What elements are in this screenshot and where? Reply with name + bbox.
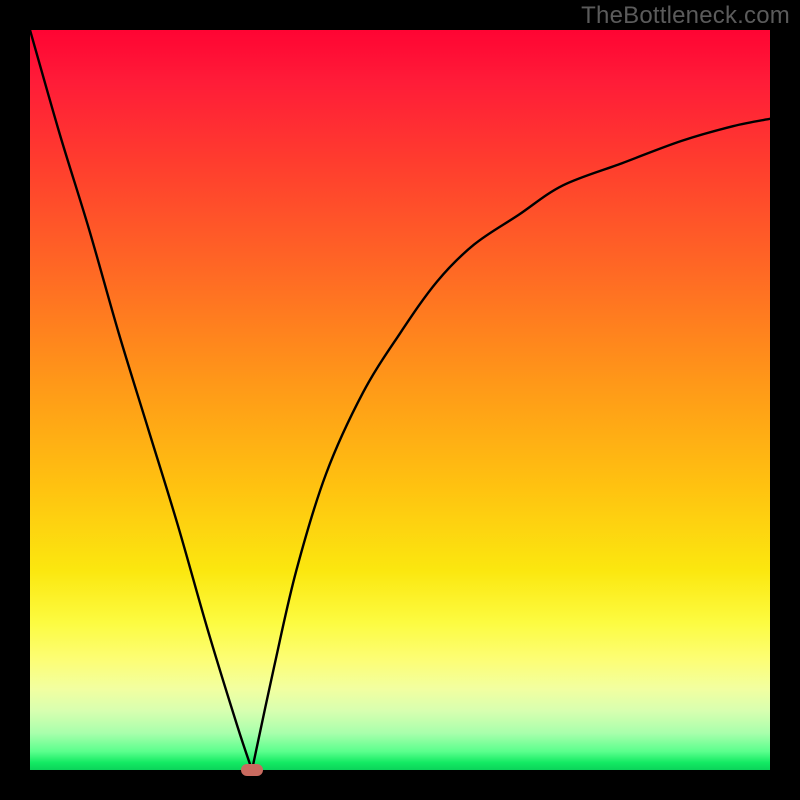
plot-background-gradient <box>30 30 770 770</box>
watermark-text: TheBottleneck.com <box>581 2 790 30</box>
chart-frame: TheBottleneck.com <box>0 0 800 800</box>
